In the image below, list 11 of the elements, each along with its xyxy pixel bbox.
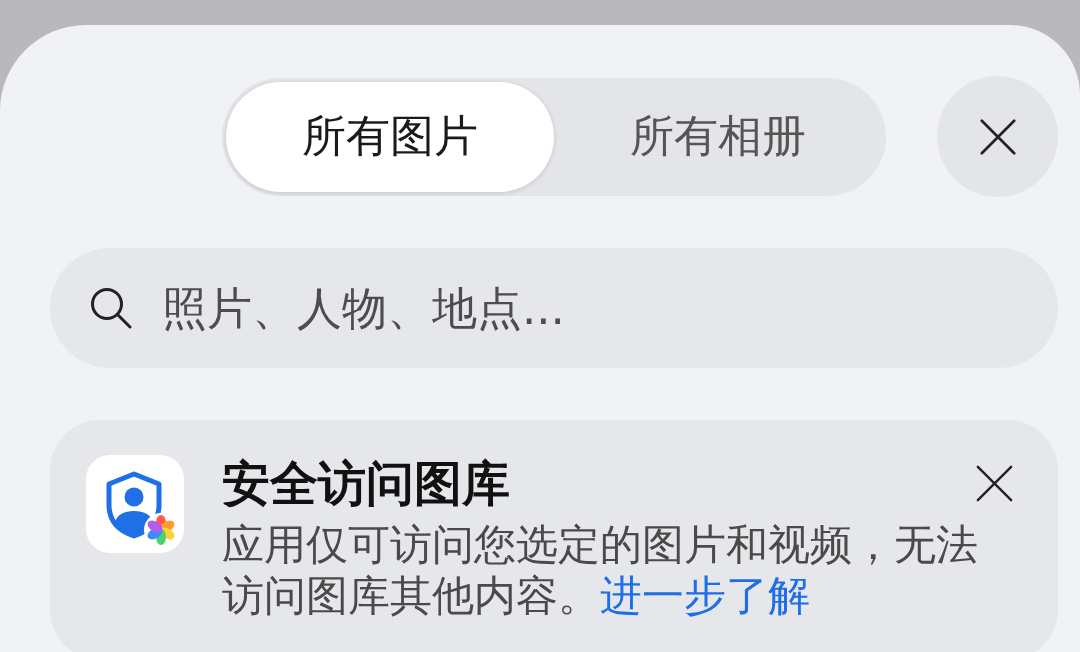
tab[interactable]: 所有图片 [226,81,554,192]
search-field[interactable]: 照片、人物、地点... [50,248,1058,368]
notice-title: 安全访问图库 [222,455,510,511]
learn-more-link[interactable]: 进一步了解 [600,571,810,620]
search-icon [90,287,132,329]
close-icon [976,464,1013,502]
close-icon [979,118,1016,155]
shield-person-icon [86,455,184,553]
close-button[interactable] [976,464,1013,502]
tab[interactable]: 所有相册 [554,81,882,192]
notice-description: 应用仅可访问您选定的图片和视频，无法访问图库其他内容。进一步了解 [222,519,979,621]
